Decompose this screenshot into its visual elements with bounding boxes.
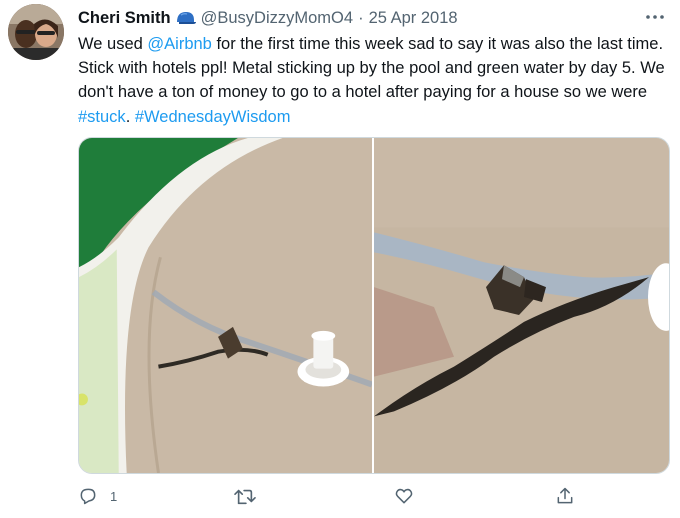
- blue-cap-emoji-icon: [175, 10, 197, 26]
- tweet: Cheri Smith @BusyDizzyMomO4 · 25 Apr 201…: [0, 0, 680, 518]
- retweet-icon: [234, 489, 256, 505]
- more-dots-icon[interactable]: [644, 8, 666, 26]
- photo-metal-crack-right[interactable]: [374, 138, 669, 473]
- tweet-text-part: .: [125, 107, 135, 126]
- author-handle[interactable]: @BusyDizzyMomO4: [201, 9, 353, 28]
- share-button[interactable]: [555, 486, 575, 506]
- reply-button[interactable]: 1: [78, 486, 117, 506]
- reply-icon: [80, 488, 96, 505]
- tweet-header: Cheri Smith @BusyDizzyMomO4 · 25 Apr 201…: [78, 7, 458, 29]
- tweet-text: We used @Airbnb for the first time this …: [78, 32, 670, 129]
- avatar-image: [8, 4, 64, 60]
- like-icon: [395, 488, 413, 504]
- hashtag-link[interactable]: #stuck: [78, 108, 126, 126]
- avatar[interactable]: [8, 4, 64, 60]
- author-name[interactable]: Cheri Smith: [78, 9, 171, 28]
- retweet-button[interactable]: [233, 486, 257, 506]
- tweet-text-part: We used: [78, 35, 148, 53]
- action-bar: 1: [78, 484, 670, 514]
- media-grid: [78, 137, 670, 474]
- tweet-date[interactable]: 25 Apr 2018: [369, 9, 458, 28]
- photo-pool-edge-left[interactable]: [79, 138, 374, 473]
- like-button[interactable]: [394, 486, 414, 506]
- mention-link[interactable]: @Airbnb: [147, 35, 211, 53]
- hashtag-link[interactable]: #WednesdayWisdom: [135, 108, 291, 126]
- separator-dot: ·: [358, 8, 364, 27]
- reply-count: 1: [110, 488, 118, 504]
- share-icon: [557, 487, 573, 504]
